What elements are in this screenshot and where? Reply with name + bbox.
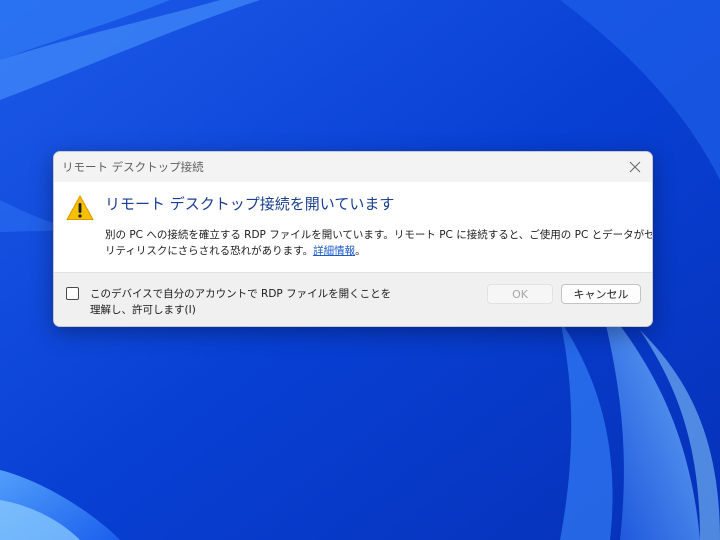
message-line-2: リティリスクにさらされる恐れがあります。詳細情報。 <box>105 243 645 259</box>
checkbox-label-line-2: 理解し、許可します(I) <box>90 304 196 316</box>
close-button[interactable] <box>618 152 652 182</box>
checkbox-label-line-1: このデバイスで自分のアカウントで RDP ファイルを開くことを <box>90 288 392 300</box>
message-line-2-text: リティリスクにさらされる恐れがあります。 <box>105 245 314 257</box>
message-line-2-end: 。 <box>355 245 366 257</box>
allow-rdp-checkbox[interactable] <box>66 287 79 300</box>
ok-button[interactable]: OK <box>487 284 553 304</box>
details-link[interactable]: 詳細情報 <box>313 245 355 257</box>
title-bar[interactable]: リモート デスクトップ接続 <box>54 152 652 182</box>
cancel-button[interactable]: キャンセル <box>561 284 641 304</box>
dialog-footer: このデバイスで自分のアカウントで RDP ファイルを開くことを 理解し、許可しま… <box>54 272 652 326</box>
dialog-heading: リモート デスクトップ接続を開いています <box>105 195 395 213</box>
rdp-warning-dialog: リモート デスクトップ接続 リモート デスクトップ接続を開いています 別の PC… <box>53 151 653 327</box>
message-line-1: 別の PC への接続を確立する RDP ファイルを開いています。リモート PC … <box>105 229 653 241</box>
warning-icon <box>66 195 94 220</box>
allow-rdp-checkbox-label[interactable]: このデバイスで自分のアカウントで RDP ファイルを開くことを 理解し、許可しま… <box>90 286 391 318</box>
warning-message: 別の PC への接続を確立する RDP ファイルを開いています。リモート PC … <box>105 227 653 259</box>
dialog-content: リモート デスクトップ接続を開いています 別の PC への接続を確立する RDP… <box>54 182 652 272</box>
window-title: リモート デスクトップ接続 <box>62 160 204 174</box>
close-icon <box>629 161 641 173</box>
